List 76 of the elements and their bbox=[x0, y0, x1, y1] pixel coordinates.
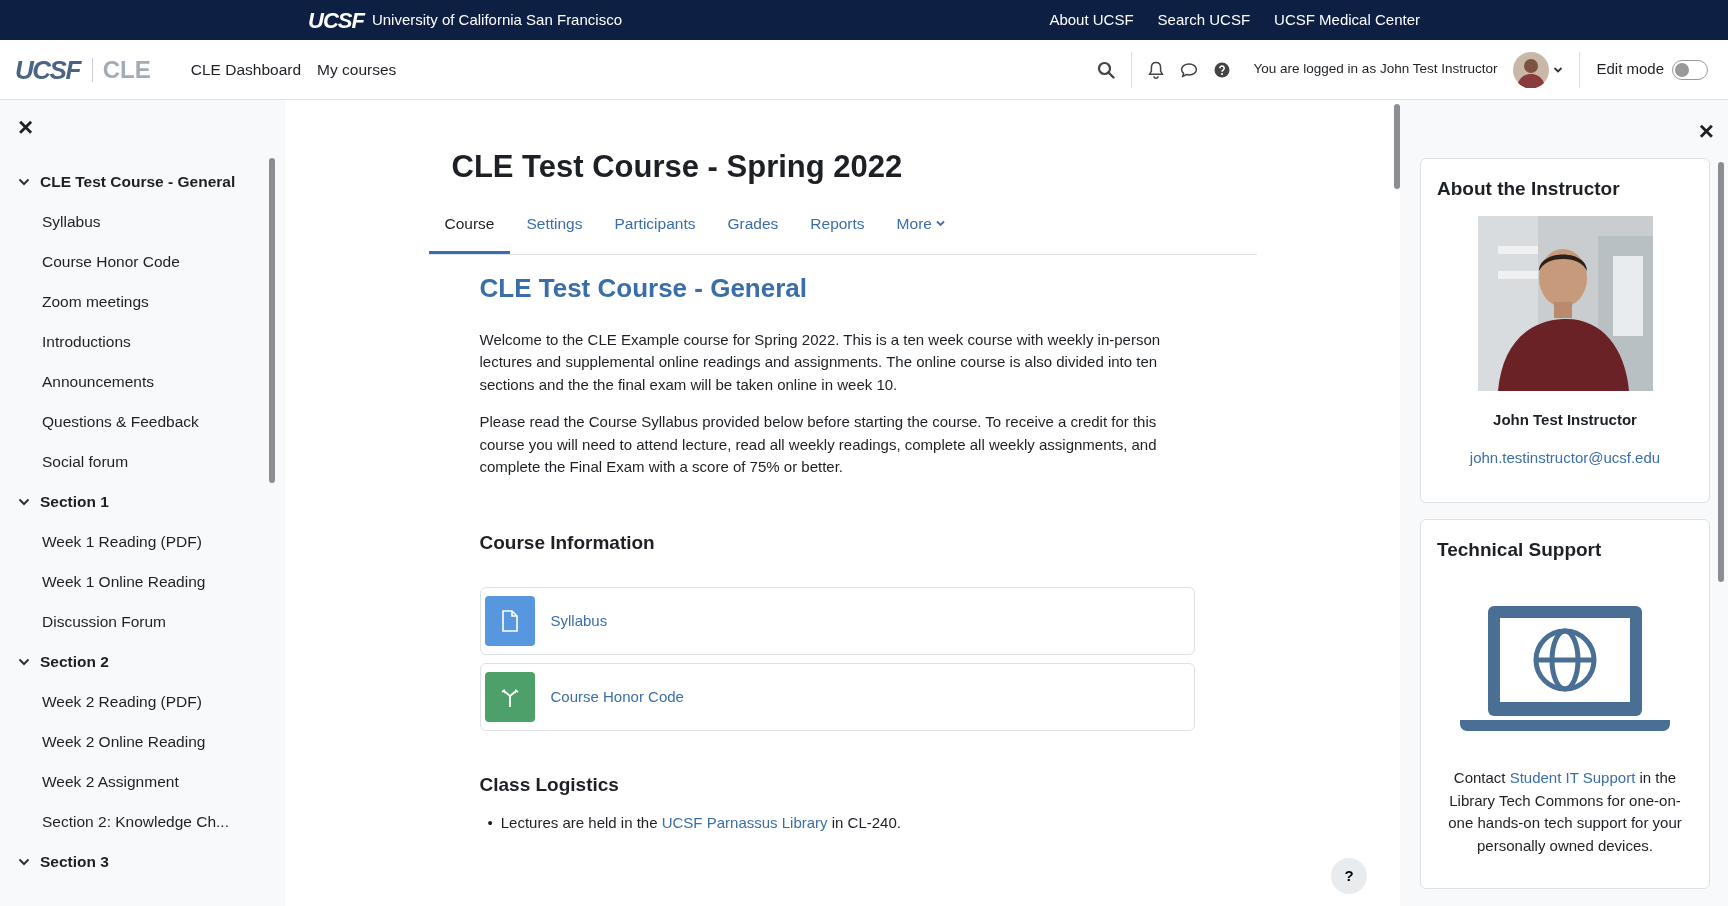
user-text: You are logged in as John Test Instructor bbox=[1253, 60, 1498, 79]
section-link[interactable]: Section 2 bbox=[0, 642, 285, 682]
scrollbar[interactable] bbox=[1394, 104, 1400, 189]
index-item[interactable]: Zoom meetings bbox=[0, 282, 285, 322]
index-item[interactable]: Syllabus bbox=[0, 202, 285, 242]
edit-mode-toggle[interactable] bbox=[1672, 59, 1708, 80]
chevron-icon[interactable] bbox=[18, 498, 30, 506]
chevron-icon[interactable] bbox=[18, 658, 30, 666]
course-tab[interactable]: Reports bbox=[794, 199, 881, 255]
course-tab[interactable]: Settings bbox=[510, 199, 599, 255]
subheading: Class Logistics bbox=[479, 773, 620, 798]
caret-icon[interactable] bbox=[1553, 65, 1564, 74]
index-item[interactable]: Section 2: Knowledge Ch... bbox=[0, 802, 285, 842]
top-link[interactable]: UCSF Medical Center bbox=[1274, 8, 1420, 32]
list-item: Lectures are held in the UCSF Parnassus Library in CL-240. bbox=[500, 812, 901, 833]
close-button[interactable]: × bbox=[1698, 118, 1714, 144]
block-title: Technical Support bbox=[1437, 537, 1603, 562]
course-tab[interactable]: More bbox=[880, 199, 961, 255]
bullet: • bbox=[487, 812, 493, 833]
activity-link[interactable]: Course Honor Code bbox=[550, 685, 684, 709]
email-link[interactable]: john.testinstructor@ucsf.edu bbox=[1469, 447, 1661, 470]
search-icon[interactable] bbox=[1096, 60, 1115, 79]
section-title: Section 3 bbox=[40, 852, 109, 872]
section-title: Section 2 bbox=[40, 652, 109, 672]
section-link[interactable]: Section 1 bbox=[0, 482, 285, 522]
help-button[interactable]: ? bbox=[1331, 858, 1367, 894]
help-icon[interactable] bbox=[1213, 61, 1230, 78]
section-title: CLE Test Course - General bbox=[40, 172, 236, 192]
signpost-icon bbox=[484, 672, 535, 723]
block-title: About the Instructor bbox=[1437, 177, 1621, 201]
subheading: Course Information bbox=[479, 530, 656, 555]
product-name: CLE bbox=[91, 57, 151, 82]
paragraph: Please read the Course Syllabus provided below before starting the course. To receive a credit for this course you will need to attend lecture, read all weekly readings, complete all weekly assignments, and complete the Final Exam with a score of 75% or better. bbox=[479, 412, 1158, 478]
index-item[interactable]: Social forum bbox=[0, 442, 285, 482]
nav-link[interactable]: CLE Dashboard bbox=[190, 57, 302, 82]
support-text: Contact Student IT Support in the Library Tech Commons for one-on-one hands-on tech support for your personally owned devices. bbox=[1447, 768, 1683, 856]
course-tab[interactable]: Participants bbox=[598, 199, 712, 255]
section-heading: CLE Test Course - General bbox=[479, 273, 808, 305]
index-item[interactable]: Week 2 Online Reading bbox=[0, 722, 285, 762]
brand-name: University of California San Francisco bbox=[371, 9, 622, 30]
scrollbar[interactable] bbox=[1718, 162, 1724, 582]
index-item[interactable]: Announcements bbox=[0, 362, 285, 402]
activity-link[interactable]: Syllabus bbox=[550, 609, 608, 633]
index-item[interactable]: Introductions bbox=[0, 322, 285, 362]
index-item[interactable]: Discussion Forum bbox=[0, 602, 285, 642]
course-tab[interactable]: Grades bbox=[711, 199, 795, 255]
section-title: Section 1 bbox=[40, 492, 109, 512]
caret-icon bbox=[935, 220, 945, 228]
edit-mode-label: Edit mode bbox=[1596, 59, 1664, 80]
scrollbar[interactable] bbox=[269, 158, 275, 483]
inline-link[interactable]: UCSF Parnassus Library bbox=[661, 813, 828, 831]
top-link[interactable]: About UCSF bbox=[1049, 8, 1134, 32]
section-link[interactable]: CLE Test Course - General bbox=[0, 162, 285, 202]
avatar[interactable] bbox=[1513, 51, 1550, 88]
index-item[interactable]: Week 2 Reading (PDF) bbox=[0, 682, 285, 722]
inline-link[interactable]: Student IT Support bbox=[1509, 769, 1636, 786]
chevron-icon[interactable] bbox=[18, 858, 30, 866]
index-item[interactable]: Week 1 Online Reading bbox=[0, 562, 285, 602]
logo: UCSF bbox=[308, 6, 364, 35]
chevron-icon[interactable] bbox=[18, 178, 30, 186]
logo[interactable]: UCSF bbox=[15, 56, 80, 83]
instructor-name: John Test Instructor bbox=[1492, 409, 1638, 430]
top-link[interactable]: Search UCSF bbox=[1157, 8, 1251, 32]
document-icon bbox=[484, 596, 535, 647]
index-item[interactable]: Questions & Feedback bbox=[0, 402, 285, 442]
section-link[interactable]: Section 3 bbox=[0, 842, 285, 882]
chat-icon[interactable] bbox=[1179, 61, 1198, 78]
close-button[interactable]: × bbox=[18, 114, 34, 140]
bell-icon[interactable] bbox=[1147, 60, 1164, 79]
index-item[interactable]: Week 2 Assignment bbox=[0, 762, 285, 802]
nav-link[interactable]: My courses bbox=[317, 57, 397, 82]
index-item[interactable]: Course Honor Code bbox=[0, 242, 285, 282]
index-item[interactable]: Week 1 Reading (PDF) bbox=[0, 522, 285, 562]
paragraph: Welcome to the CLE Example course for Spring 2022. This is a ten week course with weekly in-person lectures and supplemental online readings and assignments. The online course is also divided into ten sections and the the final exam will be taken online in week 10. bbox=[479, 329, 1162, 395]
course-title: CLE Test Course - Spring 2022 bbox=[451, 148, 904, 186]
course-tab[interactable]: Course bbox=[428, 199, 511, 255]
